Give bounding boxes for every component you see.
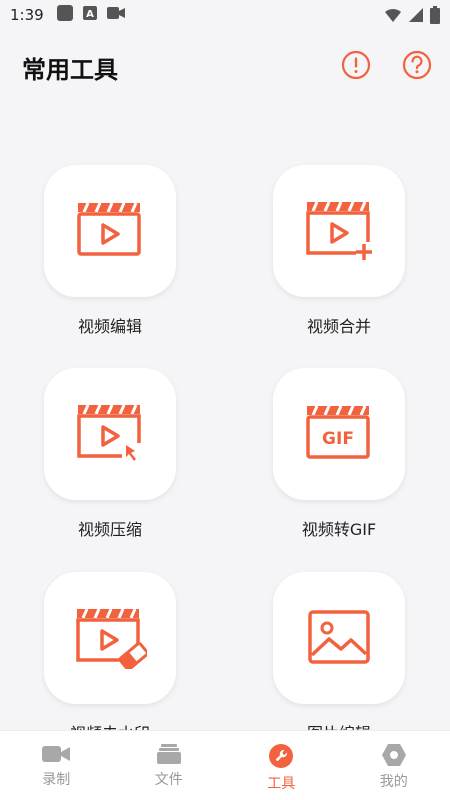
gif-icon-text: GIF bbox=[322, 429, 354, 449]
tool-tile[interactable] bbox=[44, 165, 176, 297]
tool-tile[interactable] bbox=[44, 368, 176, 500]
video-compress-icon bbox=[77, 404, 141, 461]
nav-label: 我的 bbox=[379, 774, 408, 790]
tool-tile[interactable] bbox=[273, 572, 405, 704]
camera-icon bbox=[42, 746, 71, 762]
image-edit-icon bbox=[308, 610, 370, 664]
tool-label: 视频压缩 bbox=[77, 520, 142, 539]
tool-video-merge[interactable]: 视频合并 bbox=[273, 165, 405, 337]
nav-tools[interactable]: 工具 bbox=[225, 731, 338, 800]
nav-label: 文件 bbox=[154, 772, 183, 788]
video-watermark-remove-icon bbox=[76, 608, 147, 669]
header: 常用工具 bbox=[0, 30, 450, 102]
folder-stack-icon bbox=[156, 744, 181, 764]
tools-grid: 常用工具 视频编辑 视频合并 视频压缩 GIF 视频转GIF bbox=[0, 0, 450, 730]
video-edit-icon bbox=[77, 202, 141, 256]
tool-label: 视频去水印 bbox=[44, 720, 176, 730]
tool-tile[interactable] bbox=[273, 165, 405, 297]
tool-video-watermark-remove[interactable]: 视频去水印 bbox=[44, 572, 176, 730]
tool-image-edit[interactable]: 图片编辑 bbox=[273, 572, 405, 730]
wrench-icon bbox=[269, 744, 294, 768]
tool-video-edit[interactable]: 视频编辑 bbox=[44, 165, 176, 337]
help-button[interactable] bbox=[402, 50, 432, 80]
tool-video-compress[interactable]: 视频压缩 bbox=[44, 368, 176, 540]
nav-files[interactable]: 文件 bbox=[113, 731, 226, 800]
page-title: 常用工具 bbox=[22, 56, 118, 84]
tool-label: 视频转GIF bbox=[301, 520, 377, 539]
nav-record[interactable]: 录制 bbox=[0, 731, 113, 800]
nav-label: 工具 bbox=[267, 776, 296, 792]
tool-tile[interactable] bbox=[44, 572, 176, 704]
tool-label: 视频合并 bbox=[306, 317, 371, 336]
hexagon-user-icon bbox=[381, 744, 406, 766]
help-circle-icon bbox=[402, 50, 432, 80]
video-merge-icon bbox=[306, 201, 372, 260]
alert-circle-icon bbox=[341, 50, 371, 80]
alert-button[interactable] bbox=[341, 50, 371, 80]
tool-label: 图片编辑 bbox=[273, 720, 405, 730]
nav-label: 录制 bbox=[42, 772, 71, 788]
tool-video-to-gif[interactable]: GIF 视频转GIF bbox=[273, 368, 405, 540]
nav-mine[interactable]: 我的 bbox=[338, 731, 450, 800]
tool-tile[interactable]: GIF bbox=[273, 368, 405, 500]
gif-icon: GIF bbox=[306, 405, 370, 459]
bottom-nav: 录制 文件 工具 我的 bbox=[0, 730, 450, 800]
tool-label: 视频编辑 bbox=[77, 317, 142, 336]
